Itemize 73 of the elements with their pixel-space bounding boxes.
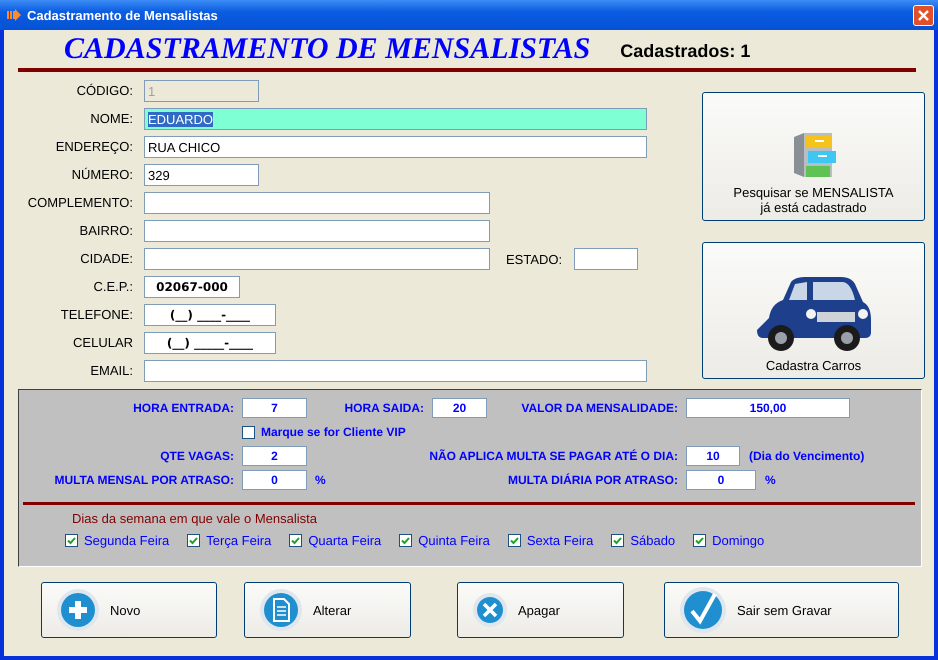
checkmark-icon <box>694 535 706 546</box>
input-field[interactable] <box>144 220 490 242</box>
check-icon <box>679 586 727 634</box>
percent-unit: % <box>315 472 327 489</box>
action-button[interactable]: Novo <box>41 582 217 638</box>
close-button[interactable] <box>913 4 934 26</box>
vip-checkbox[interactable]: Marque se for Cliente VIP <box>242 424 406 440</box>
close-icon <box>917 8 930 22</box>
plus-icon <box>56 588 100 632</box>
field-label: MULTA DIÁRIA POR ATRASO: <box>507 472 678 489</box>
field-label: EMAIL: <box>89 362 133 380</box>
arrow-icon <box>6 8 22 22</box>
action-button[interactable]: Sair sem Gravar <box>664 582 899 638</box>
day-checkbox[interactable]: Sábado <box>611 533 676 548</box>
due-day-note: (Dia do Vencimento) <box>749 449 864 463</box>
input-field[interactable]: RUA CHICO <box>144 136 647 158</box>
window-title: Cadastramento de Mensalistas <box>27 8 219 22</box>
input-field[interactable]: 150,00 <box>686 398 850 418</box>
day-checkbox[interactable]: Quinta Feira <box>399 533 490 548</box>
field-label: NOME: <box>89 110 133 128</box>
field-label: VALOR DA MENSALIDADE: <box>520 400 678 417</box>
action-button[interactable]: Alterar <box>244 582 411 638</box>
field-label: CELULAR <box>72 334 133 352</box>
checkmark-icon <box>290 535 302 546</box>
input-field[interactable]: 20 <box>432 398 487 418</box>
days-title: Dias da semana em que vale o Mensalista <box>72 511 318 526</box>
checkmark-icon <box>188 535 200 546</box>
input-field[interactable]: EDUARDO <box>144 108 647 130</box>
car-icon <box>754 274 872 354</box>
input-field[interactable]: (__) _____-____ <box>144 332 276 354</box>
checkmark-icon <box>66 535 77 546</box>
input-field[interactable]: 7 <box>242 398 307 418</box>
input-field[interactable] <box>574 248 638 270</box>
input-field[interactable]: 10 <box>686 446 740 466</box>
checkmark-icon <box>508 535 520 546</box>
field-label: HORA ENTRADA: <box>132 400 234 417</box>
input-field[interactable]: 0 <box>686 470 756 490</box>
side-button[interactable]: Cadastra Carros <box>702 242 925 379</box>
field-label: NÃO APLICA MULTA SE PAGAR ATÉ O DIA: <box>428 448 678 465</box>
checkmark-icon <box>612 535 624 546</box>
input-field[interactable] <box>144 192 490 214</box>
day-checkbox[interactable]: Domingo <box>693 533 764 548</box>
input-field[interactable] <box>144 360 647 382</box>
field-label: HORA SAIDA: <box>343 400 424 417</box>
field-label: TELEFONE: <box>60 306 133 324</box>
field-label: ESTADO: <box>506 252 562 266</box>
input-field[interactable]: 02067-000 <box>144 276 240 298</box>
field-label: ENDEREÇO: <box>54 138 133 156</box>
input-field[interactable]: 0 <box>242 470 307 490</box>
field-label: C.E.P.: <box>92 278 133 296</box>
field-label: MULTA MENSAL POR ATRASO: <box>53 472 234 489</box>
field-label: CÓDIGO: <box>76 82 133 100</box>
field-label: NÚMERO: <box>70 166 133 184</box>
side-button[interactable]: Pesquisar se MENSALISTA já está cadastrado <box>702 92 925 221</box>
input-field[interactable]: 329 <box>144 164 259 186</box>
field-label: CIDADE: <box>79 250 133 268</box>
day-checkbox[interactable]: Sexta Feira <box>508 533 594 548</box>
input-field[interactable]: (__) ____-____ <box>144 304 276 326</box>
day-checkbox[interactable]: Terça Feira <box>187 533 272 548</box>
form-heading: CADASTRAMENTO DE MENSALISTAS <box>64 32 590 66</box>
day-checkbox[interactable]: Segunda Feira <box>65 533 170 548</box>
registered-count: Cadastrados: 1 <box>620 41 750 62</box>
field-label: BAIRRO: <box>78 222 133 240</box>
input-field[interactable]: 2 <box>242 446 307 466</box>
checkmark-icon <box>400 535 412 546</box>
action-button[interactable]: Apagar <box>457 582 624 638</box>
field-label: COMPLEMENTO: <box>26 194 133 212</box>
field-label: QTE VAGAS: <box>159 448 234 465</box>
day-checkbox[interactable]: Quarta Feira <box>289 533 382 548</box>
cancel-icon <box>472 592 508 628</box>
document-icon <box>259 588 303 632</box>
percent-unit: % <box>765 472 776 489</box>
input-field[interactable] <box>144 248 490 270</box>
